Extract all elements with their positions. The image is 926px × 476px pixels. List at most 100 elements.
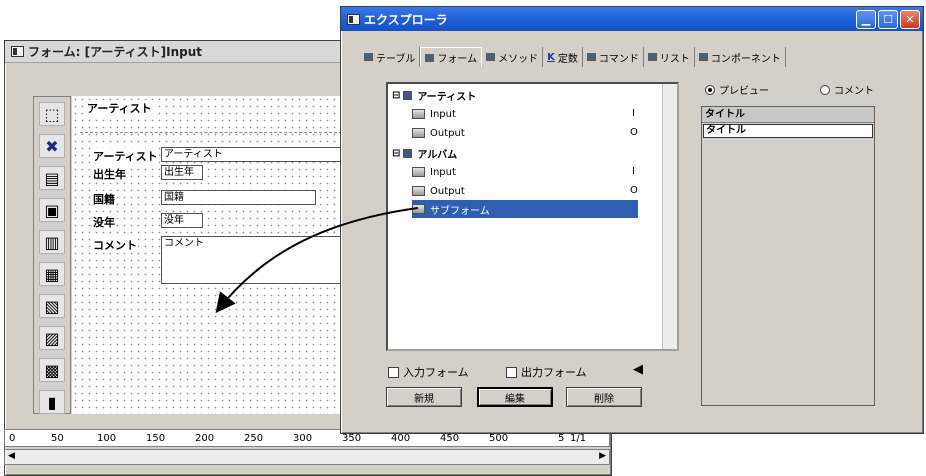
tree-item-selected[interactable]: サブフォーム — [412, 200, 638, 218]
ruler-mark: 5 — [558, 433, 565, 444]
ruler-mark: 250 — [244, 433, 264, 444]
form-icon — [425, 53, 435, 62]
field-label-nationality: 国籍 — [92, 191, 116, 207]
collapse-icon[interactable]: ⊟ — [392, 90, 400, 101]
tree-scrollbar[interactable] — [662, 84, 677, 349]
tree-item-type: O — [630, 185, 638, 196]
form-icon — [412, 109, 425, 119]
edit-button[interactable]: 編集 — [477, 387, 553, 407]
command-icon — [586, 53, 596, 61]
field-label-artist: アーティスト — [92, 148, 159, 164]
field-label-deathyear: 没年 — [92, 214, 116, 230]
artist-field[interactable]: アーティスト — [161, 147, 342, 162]
tree-item-label: サブフォーム — [430, 205, 490, 217]
subform-icon — [412, 204, 425, 214]
tree-item[interactable]: Input — [412, 105, 456, 123]
radio-on[interactable] — [705, 84, 715, 95]
ruler-mark: 450 — [440, 433, 460, 444]
plugin-tool-icon[interactable]: ▩ — [39, 358, 65, 382]
table-icon — [403, 90, 413, 100]
close-button[interactable]: ✕ — [900, 9, 920, 29]
object-toolbar: ⬚ ✖ ▤ ▣ ▥ ▦ ▧ ▨ ▩ ▮ — [33, 96, 71, 414]
nationality-field[interactable]: 国籍 — [161, 190, 316, 205]
explorer-titlebar[interactable]: エクスプローラ ▁ ☐ ✕ — [341, 7, 923, 31]
tab-label: リスト — [659, 53, 690, 65]
radio-off[interactable] — [820, 84, 830, 95]
select-tool-icon[interactable]: ⬚ — [39, 102, 65, 126]
ruler-mark: 200 — [195, 433, 215, 444]
tree-item[interactable]: Output — [412, 182, 465, 200]
text-tool-icon[interactable]: ▥ — [39, 230, 65, 254]
tab-label: テーブル — [376, 53, 416, 65]
component-icon — [698, 53, 708, 61]
form-window-title: フォーム: [アーティスト]Input — [28, 45, 203, 59]
shape-tool-icon[interactable]: ▧ — [39, 294, 65, 318]
maximize-button[interactable]: ☐ — [878, 9, 898, 29]
deathyear-field[interactable]: 没年 — [161, 213, 203, 228]
preview-radio[interactable]: プレビュー — [705, 82, 769, 97]
delete-tool-icon[interactable]: ✖ — [39, 134, 65, 158]
field-tool-icon[interactable]: ▤ — [39, 166, 65, 190]
page-indicator: 1/1 — [570, 433, 587, 444]
field-label-comment: コメント — [92, 237, 138, 253]
collapse-pane-icon[interactable]: ◀ — [633, 362, 643, 377]
ruler-mark: 0 — [9, 433, 16, 444]
tree-group-album[interactable]: ⊟ アルバム — [392, 144, 457, 162]
checkbox-box[interactable] — [506, 366, 517, 378]
tab-form[interactable]: フォーム — [420, 47, 483, 67]
tab-component[interactable]: コンポーネント — [695, 47, 786, 67]
form-tree[interactable]: ⊟ アーティスト Input I Output O ⊟ アルバム Input I… — [386, 82, 679, 351]
tree-item-label: Input — [430, 108, 456, 120]
form-icon — [412, 186, 425, 196]
tab-command[interactable]: コマンド — [583, 47, 644, 67]
minimize-button[interactable]: ▁ — [856, 9, 876, 29]
table-icon — [364, 53, 373, 61]
field-label-birthyear: 出生年 — [92, 166, 127, 182]
output-form-checkbox[interactable]: 出力フォーム — [506, 364, 587, 380]
group-tool-icon[interactable]: ▨ — [39, 326, 65, 350]
form-header-label: アーティスト — [86, 100, 153, 116]
birthyear-field[interactable]: 出生年 — [161, 165, 203, 180]
scroll-left-icon[interactable]: ◀ — [8, 451, 15, 461]
new-button[interactable]: 新規 — [386, 387, 462, 407]
scroll-right-icon[interactable]: ▶ — [599, 451, 606, 461]
comment-field[interactable]: コメント — [161, 236, 342, 284]
button-tool-icon[interactable]: ▣ — [39, 198, 65, 222]
checkbox-label: 入力フォーム — [403, 366, 469, 379]
line-tool-icon[interactable]: ▦ — [39, 262, 65, 286]
checkbox-box[interactable] — [388, 366, 399, 378]
comment-radio[interactable]: コメント — [820, 82, 874, 97]
window-icon — [11, 46, 24, 57]
constant-icon: K — [547, 51, 555, 63]
tab-method[interactable]: メソッド — [482, 47, 544, 67]
tree-group-label: アルバム — [417, 149, 458, 161]
radio-label: プレビュー — [719, 86, 769, 97]
form-design-area[interactable]: アーティスト アーティスト アーティスト 出生年 出生年 国籍 国籍 没年 没年… — [72, 96, 342, 414]
ruler-mark: 350 — [342, 433, 362, 444]
form-icon — [412, 167, 425, 177]
door-tool-icon[interactable]: ▮ — [39, 390, 65, 414]
ruler-mark: 300 — [293, 433, 313, 444]
window-icon — [347, 13, 360, 25]
collapse-icon[interactable]: ⊟ — [392, 148, 400, 159]
tab-constant[interactable]: K 定数 — [543, 47, 583, 67]
tree-item-type: I — [632, 108, 635, 119]
ruler-mark: 500 — [489, 433, 509, 444]
input-form-checkbox[interactable]: 入力フォーム — [388, 364, 469, 380]
tab-table[interactable]: テーブル — [360, 47, 421, 67]
tab-label: メソッド — [498, 53, 539, 65]
list-icon — [647, 53, 657, 61]
ruler-mark: 100 — [97, 433, 117, 444]
tree-item[interactable]: Output — [412, 124, 465, 142]
delete-button[interactable]: 削除 — [566, 387, 642, 407]
tab-label: コンポーネント — [710, 53, 781, 65]
form-icon — [412, 128, 425, 138]
horizontal-scrollbar[interactable]: ◀ ▶ — [4, 449, 610, 465]
tab-list[interactable]: リスト — [644, 47, 695, 67]
tab-label: 定数 — [557, 53, 578, 65]
table-icon — [403, 148, 413, 158]
tree-group-label: アーティスト — [417, 91, 477, 103]
tree-item[interactable]: Input — [412, 163, 456, 181]
tab-label: コマンド — [598, 53, 639, 65]
tree-group-artist[interactable]: ⊟ アーティスト — [392, 86, 476, 104]
